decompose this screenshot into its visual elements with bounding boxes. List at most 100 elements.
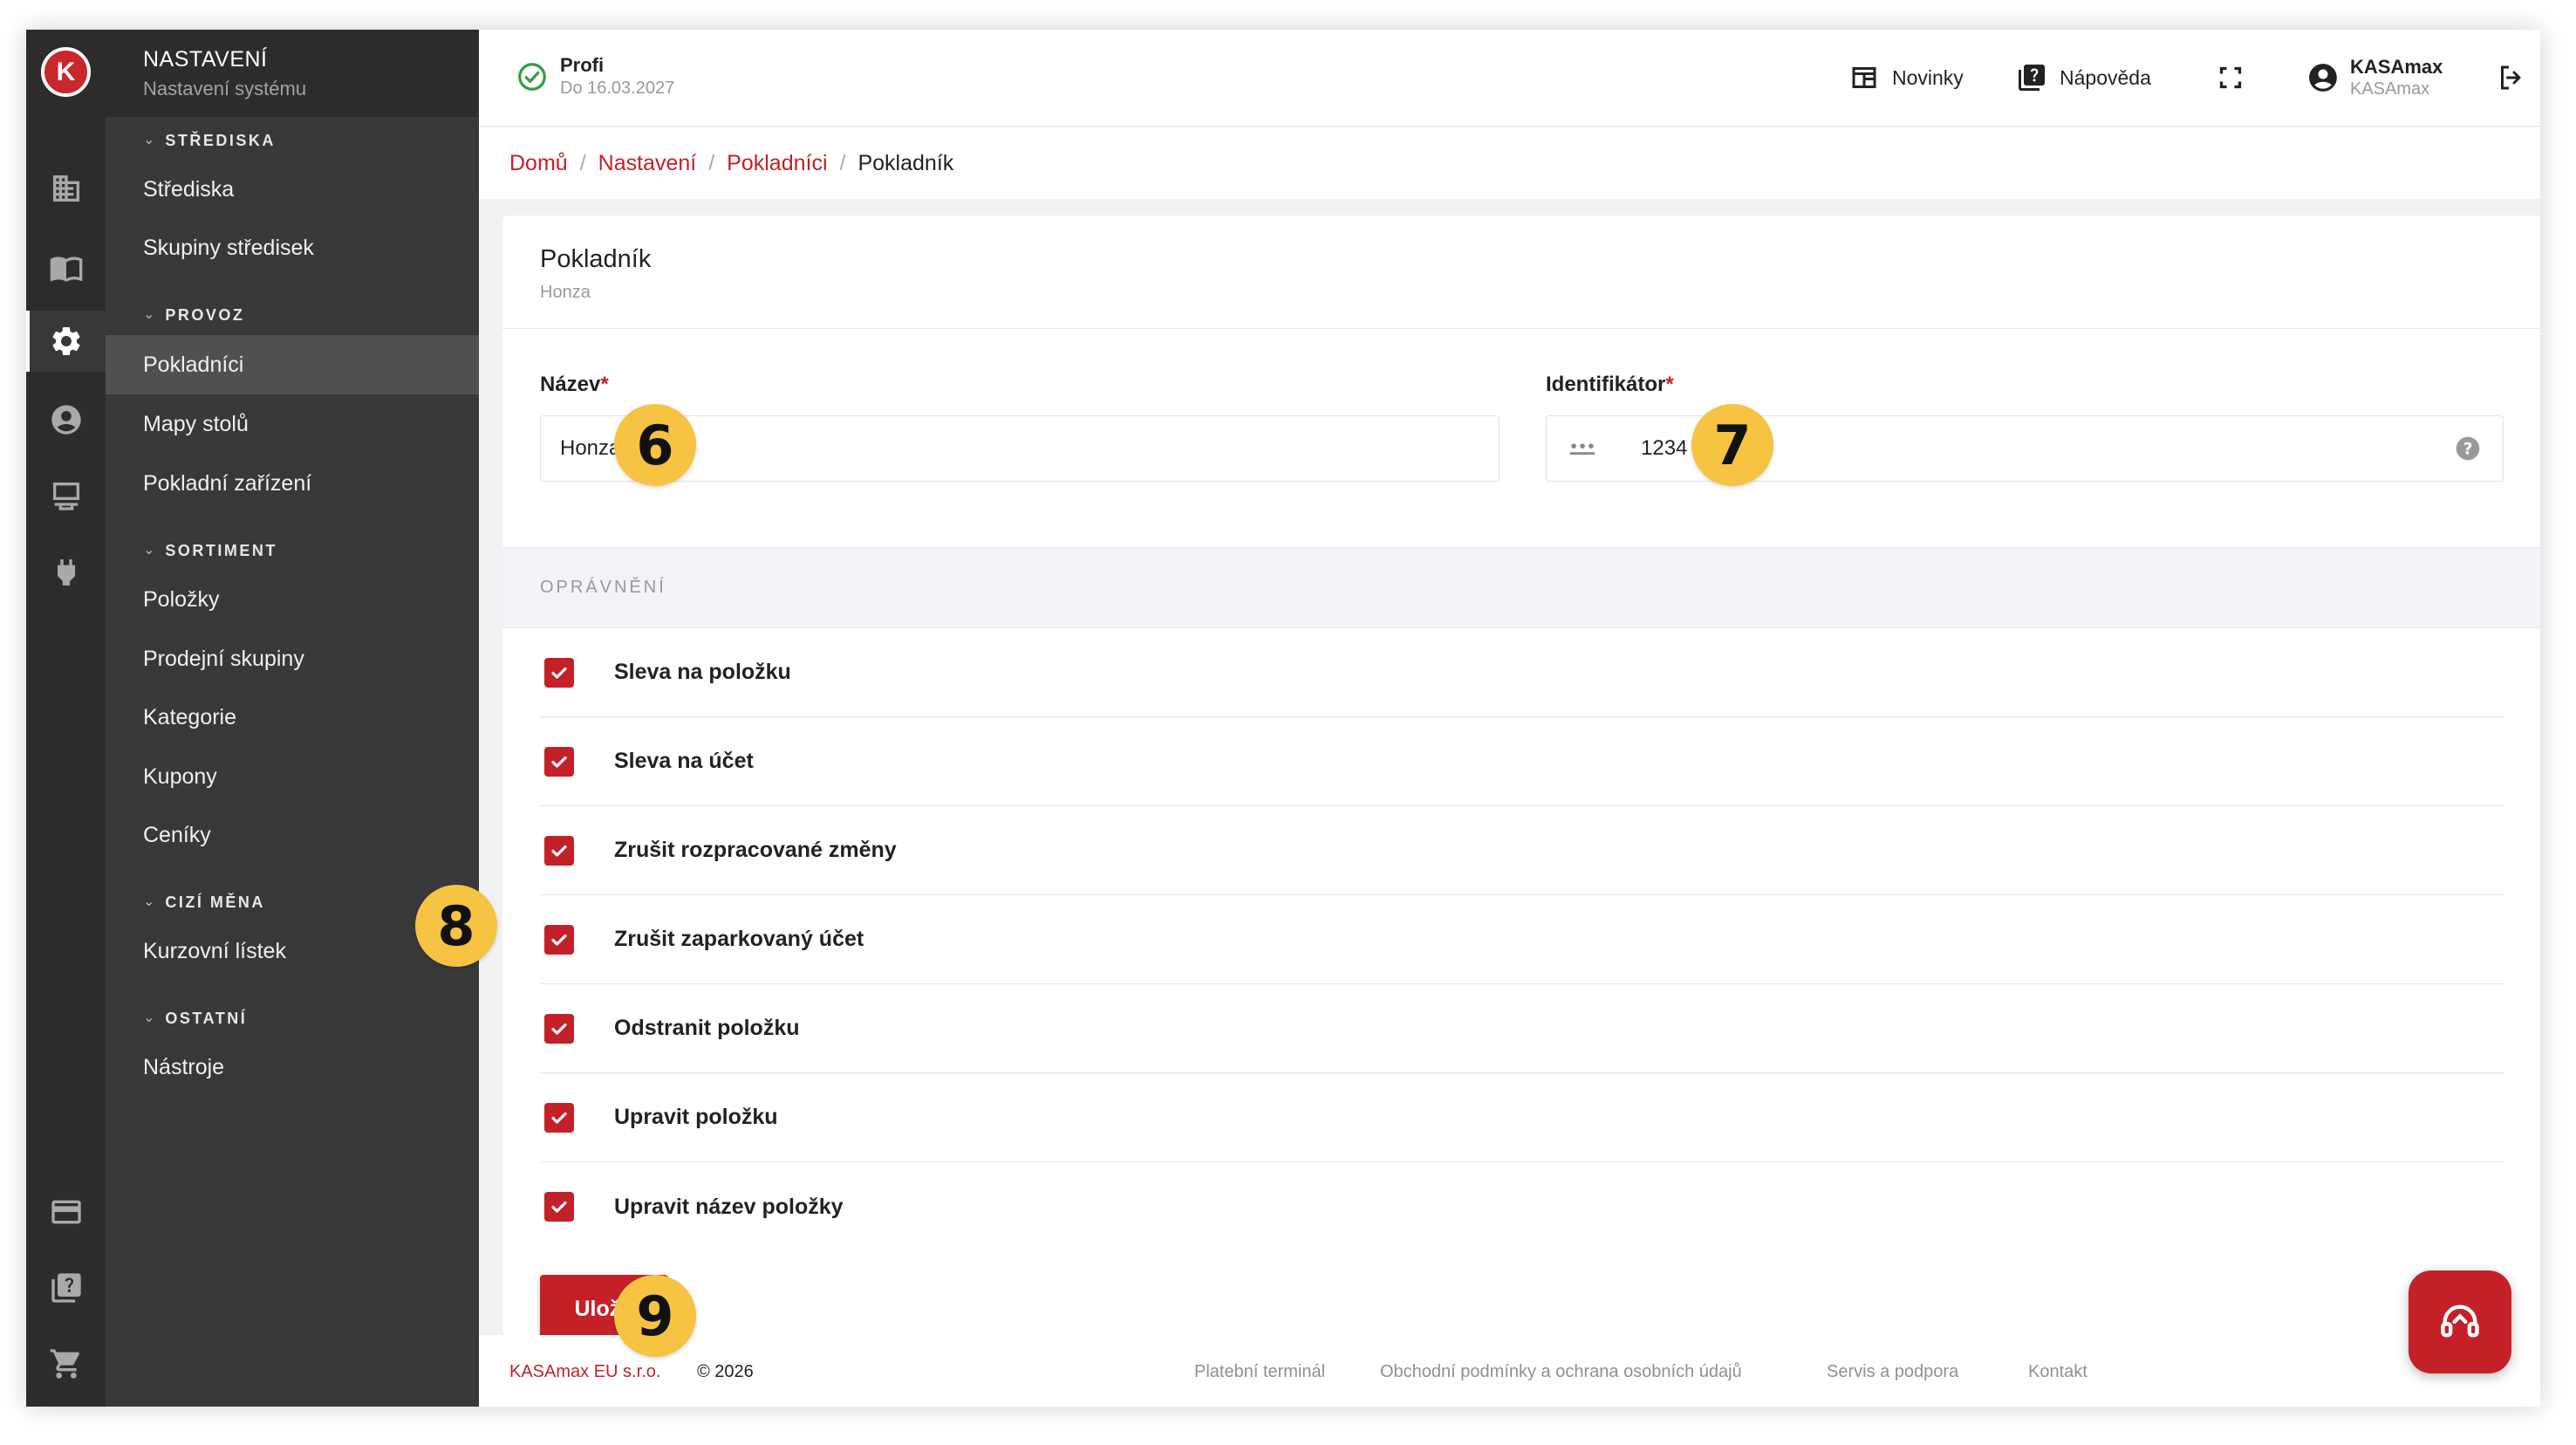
cart-icon[interactable]	[26, 1333, 106, 1394]
support-chat-button[interactable]	[2409, 1270, 2511, 1373]
check-icon	[551, 1201, 567, 1213]
plan-status: Profi Do 16.03.2027	[516, 54, 674, 99]
footer-link-contact[interactable]: Kontakt	[2028, 1362, 2087, 1382]
app-window: K NASTAVENÍ Nastavení systému ⌄ STŘEDISK…	[26, 30, 2540, 1407]
check-icon	[551, 1112, 567, 1124]
menu-item-skupiny-stredisek[interactable]: Skupiny středisek	[106, 218, 479, 277]
card-title: Pokladník	[540, 245, 652, 273]
menu-section-strediska[interactable]: ⌄ STŘEDISKA	[106, 117, 479, 164]
menu-title: NASTAVENÍ	[143, 47, 268, 72]
check-circle-icon	[518, 62, 546, 91]
permission-row[interactable]: Upravit položku	[540, 1073, 2504, 1162]
password-dots-icon	[1569, 443, 1595, 455]
breadcrumb-cashiers[interactable]: Pokladníci	[727, 151, 827, 176]
menu-item-strediska[interactable]: Střediska	[106, 160, 479, 219]
annotation-badge-6: 6	[614, 404, 696, 486]
breadcrumb-home[interactable]: Domů	[509, 151, 568, 176]
identifier-input[interactable]: 1234 ?	[1546, 415, 2504, 482]
chevron-down-icon: ⌄	[143, 307, 155, 322]
menu-item-polozky[interactable]: Položky	[106, 570, 479, 629]
breadcrumb: Domů / Nastavení / Pokladníci / Pokladní…	[479, 127, 2540, 199]
gear-icon[interactable]	[26, 311, 106, 372]
permission-checkbox[interactable]	[544, 746, 574, 777]
chevron-down-icon: ⌄	[143, 543, 155, 558]
permission-row[interactable]: Zrušit zaparkovaný účet	[540, 895, 2504, 984]
plan-valid-until: Do 16.03.2027	[560, 79, 675, 98]
book-icon[interactable]	[26, 237, 106, 298]
help-button[interactable]: Nápověda	[2016, 59, 2151, 96]
menu-item-pokladnici[interactable]: Pokladníci	[106, 335, 479, 394]
main-area: Profi Do 16.03.2027 Novinky Nápověda KAS…	[479, 30, 2540, 1407]
card-header: Pokladník Honza	[502, 216, 2540, 329]
settings-menu: NASTAVENÍ Nastavení systému ⌄ STŘEDISKA …	[106, 30, 479, 1407]
logout-button[interactable]	[2496, 59, 2539, 96]
permission-checkbox[interactable]	[544, 1192, 574, 1222]
help-book-icon[interactable]	[26, 1257, 106, 1318]
annotation-badge-9: 9	[614, 1275, 696, 1357]
check-icon	[551, 667, 567, 679]
headset-icon	[2441, 1305, 2479, 1338]
check-icon	[551, 934, 567, 946]
footer-link-service[interactable]: Servis a podpora	[1827, 1362, 1958, 1382]
building-icon[interactable]	[26, 158, 106, 219]
menu-item-mapy-stolu[interactable]: Mapy stolů	[106, 394, 479, 454]
pos-terminal-icon[interactable]	[26, 465, 106, 526]
help-circle-icon[interactable]: ?	[2454, 435, 2482, 462]
menu-section-ostatni[interactable]: ⌄ OSTATNÍ	[106, 995, 479, 1042]
permission-checkbox[interactable]	[544, 924, 574, 955]
menu-item-kupony[interactable]: Kupony	[106, 747, 479, 806]
menu-item-ceniky[interactable]: Ceníky	[106, 805, 479, 865]
credit-card-icon[interactable]	[26, 1181, 106, 1243]
chevron-down-icon: ⌄	[143, 133, 155, 147]
save-bar: Uložit	[502, 1254, 2540, 1335]
identifier-label: Identifikátor*	[1546, 373, 1674, 396]
help-book-icon	[2019, 65, 2045, 91]
footer-link-terms[interactable]: Obchodní podmínky a ochrana osobních úda…	[1380, 1362, 1742, 1382]
chevron-down-icon: ⌄	[143, 894, 155, 909]
menu-item-pokladni-zarizeni[interactable]: Pokladní zařízení	[106, 454, 479, 513]
permission-row[interactable]: Sleva na položku	[540, 628, 2504, 717]
fullscreen-button[interactable]	[2215, 59, 2258, 96]
menu-header: NASTAVENÍ Nastavení systému	[106, 30, 479, 117]
footer-copyright: © 2026	[697, 1362, 754, 1381]
permission-row[interactable]: Odstranit položku	[540, 984, 2504, 1073]
menu-item-nastroje[interactable]: Nástroje	[106, 1038, 479, 1097]
news-button[interactable]: Novinky	[1848, 59, 1964, 96]
menu-subtitle: Nastavení systému	[143, 78, 307, 99]
permission-checkbox[interactable]	[544, 835, 574, 866]
news-icon	[1852, 67, 1876, 88]
logout-icon	[2501, 65, 2521, 90]
breadcrumb-settings[interactable]: Nastavení	[598, 151, 697, 176]
chevron-down-icon: ⌄	[143, 1010, 155, 1025]
user-name: KASAmax	[2350, 56, 2443, 78]
breadcrumb-current: Pokladník	[858, 150, 954, 175]
user-circle-icon	[2309, 64, 2337, 92]
footer-link-terminal[interactable]: Platební terminál	[1194, 1362, 1325, 1382]
check-icon	[551, 845, 567, 857]
name-label: Název*	[540, 373, 609, 396]
plug-icon[interactable]	[26, 542, 106, 603]
fullscreen-icon	[2219, 66, 2242, 89]
menu-section-provoz[interactable]: ⌄ PROVOZ	[106, 291, 479, 339]
menu-item-prodejni-skupiny[interactable]: Prodejní skupiny	[106, 629, 479, 688]
footer-company-link[interactable]: KASAmax EU s.r.o.	[509, 1362, 660, 1382]
permission-checkbox[interactable]	[544, 657, 574, 688]
cashier-card: Pokladník Honza Název* Honza Identifikát…	[502, 216, 2540, 1335]
logo-icon[interactable]: K	[41, 47, 91, 97]
user-circle-icon[interactable]	[26, 389, 106, 450]
card-subtitle: Honza	[540, 283, 591, 302]
plan-name: Profi	[560, 54, 605, 76]
svg-text:?: ?	[2463, 441, 2473, 459]
permission-row[interactable]: Sleva na účet	[540, 717, 2504, 806]
permission-checkbox[interactable]	[544, 1013, 574, 1044]
permissions-header: OPRÁVNĚNÍ	[502, 547, 2540, 628]
top-bar: Profi Do 16.03.2027 Novinky Nápověda KAS…	[479, 30, 2540, 127]
annotation-badge-8: 8	[415, 885, 497, 967]
user-account[interactable]: KASAmax KASAmax	[2306, 56, 2443, 99]
permission-checkbox[interactable]	[544, 1102, 574, 1133]
permission-row[interactable]: Upravit název položky	[540, 1162, 2504, 1251]
menu-item-kategorie[interactable]: Kategorie	[106, 688, 479, 747]
footer: KASAmax EU s.r.o. © 2026 Platební termin…	[479, 1335, 2540, 1407]
permission-row[interactable]: Zrušit rozpracované změny	[540, 806, 2504, 895]
menu-section-sortiment[interactable]: ⌄ SORTIMENT	[106, 527, 479, 574]
